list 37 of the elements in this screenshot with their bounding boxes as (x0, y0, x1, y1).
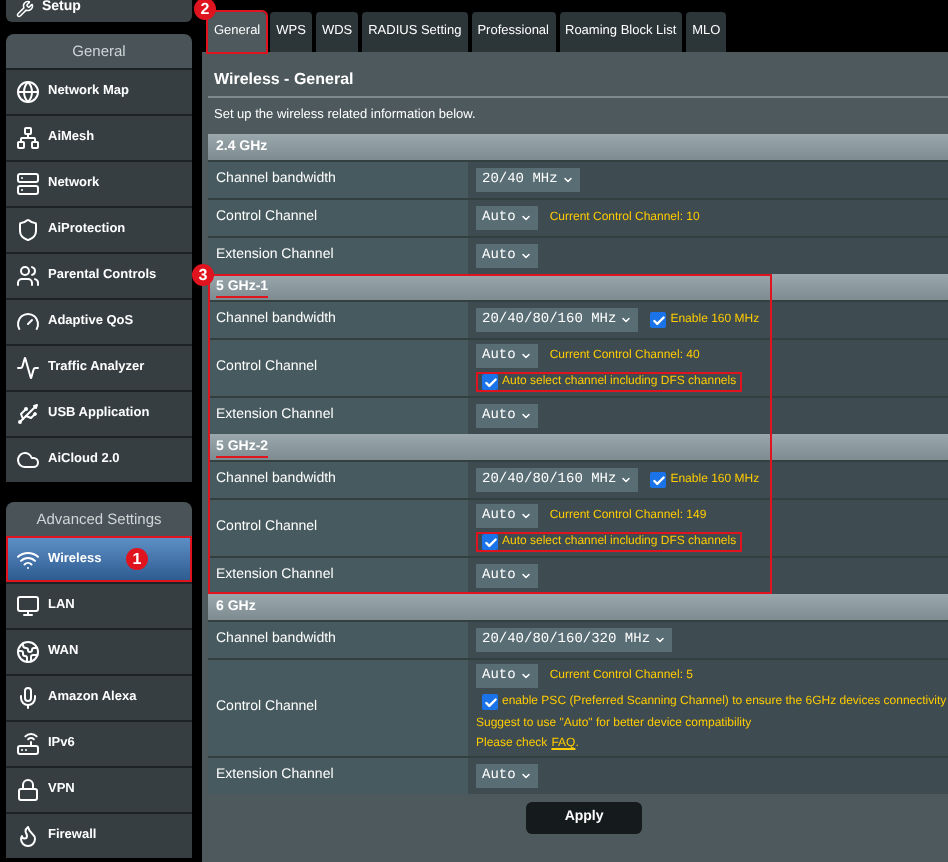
chevron-down-icon (519, 410, 532, 422)
shield-icon (16, 218, 40, 242)
chevron-down-icon (561, 174, 574, 186)
chevron-down-icon (620, 314, 633, 326)
monitor-icon (16, 594, 40, 618)
gauge-icon (16, 310, 40, 334)
wrench-icon (16, 0, 34, 18)
router-icon (16, 732, 40, 756)
network-icon (16, 172, 40, 196)
chevron-down-icon (519, 510, 532, 522)
chevron-down-icon (654, 634, 667, 646)
chevron-down-icon (519, 350, 532, 362)
chevron-down-icon (620, 474, 633, 486)
usb-icon (16, 402, 40, 426)
checkbox[interactable] (482, 694, 498, 710)
chevron-down-icon (519, 570, 532, 582)
checkbox[interactable] (650, 472, 667, 488)
globe-icon (16, 640, 40, 664)
mesh-icon (16, 126, 40, 150)
checkbox[interactable] (650, 312, 667, 328)
checkbox[interactable] (482, 534, 498, 550)
annotation-number: 2 (194, 0, 216, 20)
cloud-icon (16, 448, 40, 472)
globe-icon (16, 80, 40, 104)
page-title: Wireless - General (214, 70, 354, 90)
chevron-down-icon (519, 770, 532, 782)
chevron-down-icon (519, 212, 532, 224)
chevron-down-icon (519, 250, 532, 262)
chevron-down-icon (519, 670, 532, 682)
annotation-number: 3 (192, 264, 214, 286)
microphone-icon (16, 686, 40, 710)
checkbox[interactable] (482, 374, 498, 390)
pulse-icon (16, 356, 40, 380)
people-icon (16, 264, 40, 288)
flame-icon (16, 824, 40, 848)
lock-icon (16, 778, 40, 802)
annotation-number: 1 (126, 548, 148, 570)
